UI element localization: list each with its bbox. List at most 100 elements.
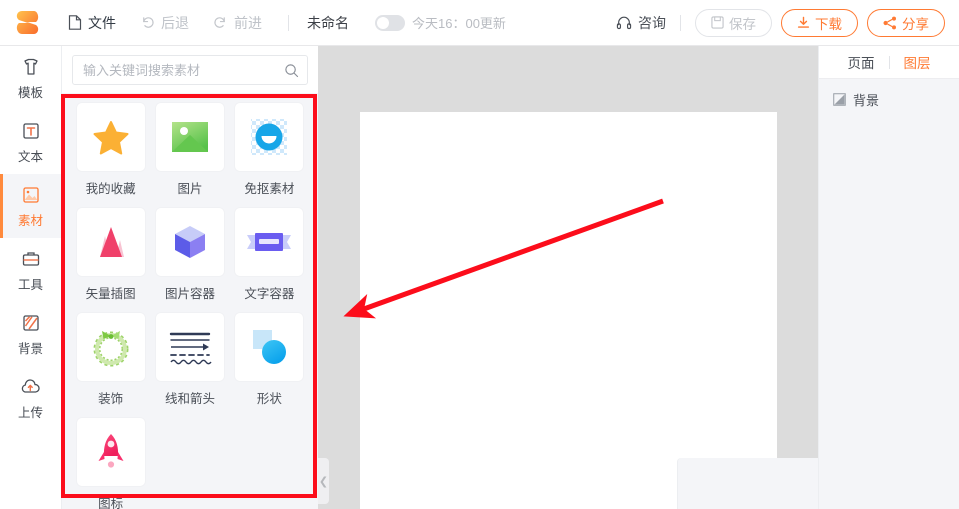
save-button[interactable]: 保存 [695, 8, 772, 37]
cube-icon [174, 226, 205, 258]
sidebar-item-material[interactable]: 素材 [0, 174, 61, 238]
tab-pages[interactable]: 页面 [834, 52, 889, 72]
redo-button[interactable]: 前进 [201, 0, 274, 46]
search-box[interactable] [72, 55, 308, 85]
toolbar-divider [288, 14, 289, 31]
thumb-text-container [235, 208, 304, 276]
wreath-icon [93, 331, 129, 367]
background-hatch-icon [22, 314, 39, 331]
label-favorites: 我的收藏 [85, 182, 136, 196]
share-nodes-icon [883, 16, 896, 29]
layer-background-icon [833, 93, 846, 106]
logo-s-icon [16, 10, 39, 34]
chevron-left-icon: ❮ [318, 475, 329, 488]
save-disk-icon [711, 16, 724, 29]
autosave-toggle[interactable] [375, 14, 405, 31]
app-root: 文件 后退 前进 未命名 今天16：00更新 咨询 保存 下载 分享 模板 文本… [0, 0, 959, 509]
material-category-text-container[interactable]: 文字容器 [235, 208, 304, 313]
redo-label: 前进 [234, 14, 262, 31]
material-category-grid: 我的收藏 图片 免抠素材 矢量插图 图片容器 文字容器 装饰 线和箭头 形状 图… [62, 93, 318, 509]
thumb-decoration [76, 313, 145, 381]
collapse-right-panel-handle[interactable]: ❯ [677, 458, 818, 509]
left-sidebar: 模板 文本 素材 工具 背景 上传 [0, 46, 62, 509]
material-category-decoration[interactable]: 装饰 [76, 313, 145, 418]
undo-label: 后退 [161, 14, 189, 31]
material-image-icon [22, 186, 39, 203]
thumb-favorites [76, 103, 145, 171]
material-panel: 我的收藏 [62, 46, 318, 509]
search-icon[interactable] [284, 63, 299, 78]
sidebar-item-tools[interactable]: 工具 [0, 238, 61, 302]
search-input[interactable] [83, 62, 284, 78]
canvas-page[interactable] [360, 112, 777, 509]
consult-button[interactable]: 咨询 [616, 13, 666, 33]
material-category-vector[interactable]: 矢量插图 [76, 208, 145, 313]
vector-trees-icon [99, 227, 124, 257]
sidebar-item-text[interactable]: 文本 [0, 110, 61, 174]
toolbar-divider-2 [680, 14, 681, 31]
picture-icon [171, 122, 208, 152]
collapse-left-panel-handle[interactable]: ❮ [318, 458, 329, 504]
label-cutout: 免抠素材 [244, 182, 295, 196]
right-panel-tabs: 页面 图层 [819, 46, 959, 79]
sidebar-item-template[interactable]: 模板 [0, 46, 61, 110]
material-category-favorites[interactable]: 我的收藏 [76, 103, 145, 208]
sidebar-item-upload[interactable]: 上传 [0, 366, 61, 430]
shapes-icon [253, 330, 287, 364]
sidebar-label-template: 模板 [17, 85, 43, 100]
consult-label: 咨询 [638, 14, 666, 31]
toolbar-right-group: 咨询 保存 下载 分享 [616, 8, 959, 37]
sidebar-label-background: 背景 [17, 341, 43, 356]
file-icon [68, 15, 82, 30]
thumb-picture [155, 103, 224, 171]
headset-icon [616, 16, 632, 29]
thumb-lines [155, 313, 224, 381]
label-icons: 图标 [98, 497, 124, 509]
share-button[interactable]: 分享 [867, 8, 945, 37]
material-category-shapes[interactable]: 形状 [235, 313, 304, 418]
label-shapes: 形状 [256, 392, 282, 406]
download-label: 下载 [815, 16, 842, 32]
tab-layers[interactable]: 图层 [890, 52, 945, 72]
label-lines: 线和箭头 [164, 392, 215, 406]
label-decoration: 装饰 [98, 392, 124, 406]
share-label: 分享 [902, 16, 929, 32]
text-T-icon [22, 122, 39, 139]
file-menu-button[interactable]: 文件 [56, 0, 128, 46]
material-category-picture[interactable]: 图片 [155, 103, 224, 208]
thumb-image-container [155, 208, 224, 276]
last-update-text: 今天16：00更新 [412, 16, 506, 31]
material-category-image-container[interactable]: 图片容器 [155, 208, 224, 313]
file-menu-label: 文件 [88, 14, 116, 31]
lines-arrow-icon [169, 332, 212, 365]
label-vector: 矢量插图 [85, 287, 136, 301]
save-label: 保存 [729, 16, 756, 32]
thumb-icons [76, 418, 145, 486]
upload-cloud-icon [21, 378, 40, 393]
redo-icon [214, 17, 225, 28]
download-icon [797, 16, 810, 28]
label-picture: 图片 [177, 182, 203, 196]
app-logo[interactable] [0, 0, 56, 46]
material-category-cutout[interactable]: 免抠素材 [235, 103, 304, 208]
thumb-vector [76, 208, 145, 276]
sidebar-label-text: 文本 [17, 149, 43, 164]
search-area [62, 46, 318, 93]
material-category-icons[interactable]: 图标 [76, 418, 145, 509]
template-shirt-icon [23, 58, 38, 75]
layer-item-background[interactable]: 背景 [819, 79, 959, 109]
download-button[interactable]: 下载 [781, 8, 858, 37]
sidebar-item-background[interactable]: 背景 [0, 302, 61, 366]
right-panel: 页面 图层 背景 [818, 46, 959, 509]
cutout-smiley-icon [251, 119, 288, 155]
undo-icon [143, 17, 154, 28]
layer-name: 背景 [853, 93, 880, 108]
canvas-workspace[interactable] [318, 46, 818, 509]
thumb-cutout [235, 103, 304, 171]
material-category-lines[interactable]: 线和箭头 [155, 313, 224, 418]
star-icon [93, 121, 129, 155]
rocket-icon [98, 434, 124, 468]
document-title[interactable]: 未命名 [303, 13, 353, 33]
sidebar-label-tools: 工具 [17, 277, 43, 292]
undo-button[interactable]: 后退 [128, 0, 201, 46]
